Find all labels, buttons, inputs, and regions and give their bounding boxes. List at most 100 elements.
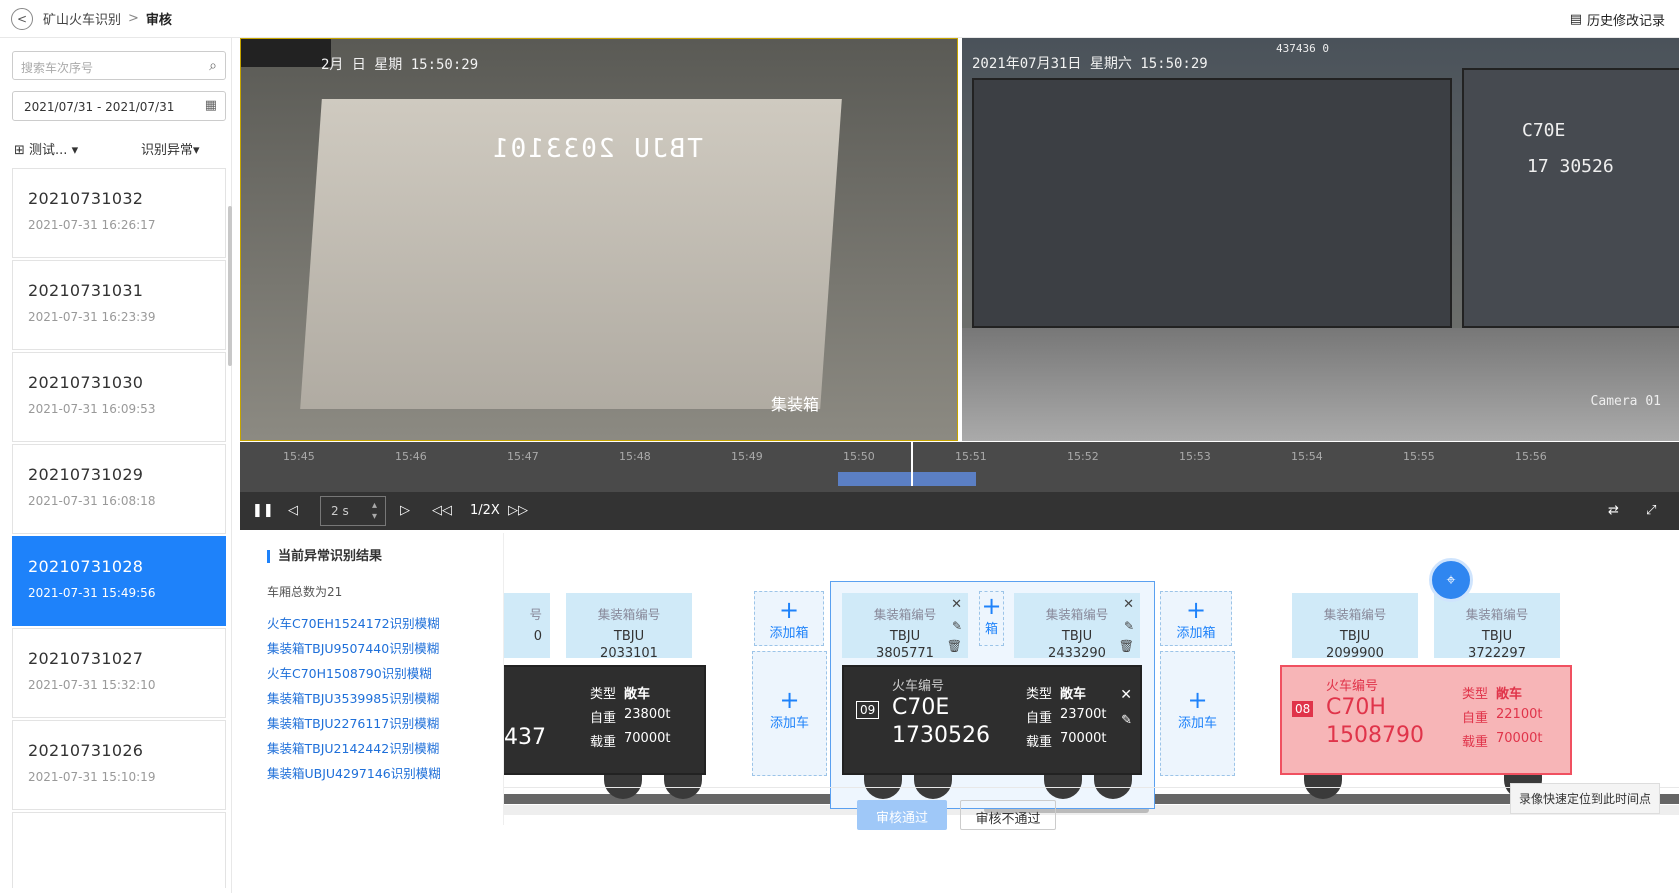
step-forward-icon[interactable]: ▷	[400, 503, 410, 518]
timeline-tick: 15:45	[283, 450, 315, 463]
speed-up-icon[interactable]: ▷▷	[508, 503, 528, 518]
container-box[interactable]: 集装箱编号 TBJU 3722297	[1434, 593, 1560, 661]
car-model: C70E	[892, 695, 950, 720]
box-prefix: TBJU	[1339, 629, 1371, 644]
list-item[interactable]: 20210731029 2021-07-31 16:08:18	[12, 444, 226, 534]
adjust-icon[interactable]: ⇄	[1608, 503, 1619, 518]
date-range-picker[interactable]: 2021/07/31 - 2021/07/31 ▦	[12, 91, 226, 121]
abnormal-link[interactable]: 集装箱TBJU2142442识别模糊	[267, 738, 439, 757]
filter-status-label: 识别异常	[141, 143, 194, 158]
back-icon[interactable]: <	[11, 7, 33, 30]
abnormal-link[interactable]: 火车C70H1508790识别模糊	[267, 663, 432, 682]
close-icon[interactable]: ✕	[1123, 597, 1134, 612]
close-icon[interactable]: ✕	[1120, 687, 1132, 703]
timeline-tick: 15:54	[1291, 450, 1323, 463]
container-box[interactable]: 集装箱编号 TBJU 2033101	[566, 593, 692, 661]
container-box[interactable]: 集装箱编号 TBJU 2433290 ✕ ✎ 🗑	[1014, 593, 1140, 661]
breadcrumb-separator: >	[128, 11, 139, 26]
add-box-button[interactable]: + 添加箱	[1160, 591, 1232, 646]
video-top-camera[interactable]: TBJU 2033101 2月 日 星期 15:50:29 集装箱	[240, 38, 958, 441]
review-panel: 当前异常识别结果 车厢总数为21 火车C70EH1524172识别模糊 集装箱T…	[240, 533, 1679, 825]
self-weight-label: 自重	[590, 711, 617, 726]
plus-icon: +	[1187, 686, 1208, 714]
stepper-arrows-icon[interactable]: ▴ ▾	[372, 500, 377, 522]
date-end: 2021/07/31	[105, 100, 175, 114]
self-weight-label: 自重	[1026, 711, 1053, 726]
self-weight-value: 23700t	[1060, 707, 1107, 722]
breadcrumb-parent[interactable]: 矿山火车识别	[43, 9, 121, 28]
abnormal-link[interactable]: 集装箱UBJU4297146识别模糊	[267, 763, 441, 782]
edit-icon[interactable]: ✎	[1124, 619, 1134, 633]
add-box-mini-button[interactable]: + 箱	[979, 591, 1004, 646]
add-box-button[interactable]: + 添加箱	[754, 591, 824, 646]
search-icon[interactable]: ⌕	[209, 58, 217, 74]
slow-down-icon[interactable]: ◁◁	[432, 503, 452, 518]
wagon-serial-text: 17 30526	[1527, 156, 1614, 177]
abnormal-link[interactable]: 集装箱TBJU2276117识别模糊	[267, 713, 439, 732]
step-back-icon[interactable]: ◁	[288, 503, 298, 518]
abnormal-link[interactable]: 集装箱TBJU9507440识别模糊	[267, 638, 439, 657]
timeline-playhead[interactable]	[911, 442, 913, 486]
sidebar-scrollbar[interactable]	[228, 206, 232, 366]
wagon-image-2	[1462, 68, 1679, 328]
list-item[interactable]: 20210731032 2021-07-31 16:26:17	[12, 168, 226, 258]
reject-button[interactable]: 审核不通过	[960, 800, 1056, 830]
box-number: 3722297	[1468, 646, 1526, 661]
date-separator: -	[97, 100, 102, 114]
wagon-model-text: C70E	[1522, 120, 1566, 141]
step-interval-stepper[interactable]: 2 s ▴ ▾	[320, 496, 386, 526]
approve-button[interactable]: 审核通过	[857, 800, 947, 830]
add-car-button[interactable]: + 添加车	[1160, 651, 1235, 776]
train-car-error[interactable]: 火车编号 08 C70H 1508790 类型 敞车 自重 22100t 载重 700…	[1280, 665, 1572, 775]
filter-dropdown-site[interactable]: ⊞ 测试... ▾	[14, 139, 78, 158]
edit-icon[interactable]: ✎	[1121, 713, 1132, 728]
delete-icon[interactable]: 🗑	[1119, 639, 1134, 653]
type-value: 敞车	[1060, 687, 1087, 702]
list-item[interactable]: 20210731027 2021-07-31 15:32:10	[12, 628, 226, 718]
container-box[interactable]: 集装箱编号 TBJU 2099900	[1292, 593, 1418, 661]
timeline-tick: 15:56	[1515, 450, 1547, 463]
item-id: 20210731028	[28, 557, 144, 576]
abnormal-link[interactable]: 集装箱TBJU3539985识别模糊	[267, 688, 439, 707]
self-weight-value: 23800t	[624, 707, 671, 722]
history-button[interactable]: ▤ 历史修改记录	[1570, 10, 1665, 29]
train-car[interactable]: 火车编号 09 C70E 1730526 类型 敞车 自重 23700t 载重 700…	[842, 665, 1142, 775]
timeline[interactable]: 15:45 15:46 15:47 15:48 15:49 15:50 15:5…	[240, 442, 1679, 492]
close-icon[interactable]: ✕	[951, 597, 962, 612]
train-car[interactable]: 类型 敞车 自重 23800t 载重 70000t 437	[504, 665, 706, 775]
box-header: 集装箱编号	[1323, 607, 1387, 622]
locate-time-icon[interactable]: ⌖	[1429, 558, 1473, 602]
search-input[interactable]: 搜索车次序号 ⌕	[12, 51, 226, 80]
list-item[interactable]	[12, 812, 226, 888]
abnormal-link[interactable]: 火车C70EH1524172识别模糊	[267, 613, 440, 632]
container-box[interactable]: 集装箱编号 TBJU 3805771 ✕ ✎ 🗑	[842, 593, 968, 661]
add-car-button[interactable]: + 添加车	[752, 651, 827, 776]
car-header: 火车编号	[1326, 679, 1379, 694]
player-controls: ❚❚ ◁ 2 s ▴ ▾ ▷ ◁◁ 1/2X ▷▷ ⇄ ⤢	[240, 492, 1679, 530]
delete-icon[interactable]: 🗑	[947, 639, 962, 653]
type-label: 类型	[1026, 687, 1053, 702]
list-item[interactable]: 20210731026 2021-07-31 15:10:19	[12, 720, 226, 810]
timeline-selection[interactable]	[838, 472, 976, 486]
plus-icon: +	[981, 592, 1002, 620]
list-item[interactable]: 20210731030 2021-07-31 16:09:53	[12, 352, 226, 442]
list-item-selected[interactable]: 20210731028 2021-07-31 15:49:56	[12, 536, 226, 626]
edit-icon[interactable]: ✎	[952, 619, 962, 633]
playback-speed[interactable]: 1/2X	[470, 503, 500, 518]
box-number: 2099900	[1326, 646, 1384, 661]
type-label: 类型	[1462, 687, 1489, 702]
list-item[interactable]: 20210731031 2021-07-31 16:23:39	[12, 260, 226, 350]
container-box[interactable]: 号0	[504, 593, 550, 658]
box-header: 集装箱编号	[1045, 607, 1109, 622]
pause-icon[interactable]: ❚❚	[252, 503, 274, 518]
box-number: 0	[533, 629, 542, 644]
fullscreen-icon[interactable]: ⤢	[1646, 503, 1656, 518]
video-side-camera[interactable]: 437436 0 C70E 17 30526 2021年07月31日 星期六 1…	[962, 38, 1679, 441]
car-number: 437	[504, 725, 546, 750]
timeline-tick: 15:53	[1179, 450, 1211, 463]
calendar-icon: ▦	[204, 98, 217, 113]
filter-dropdown-status[interactable]: 识别异常▾	[141, 139, 200, 158]
item-time: 2021-07-31 15:32:10	[28, 678, 156, 692]
item-id: 20210731030	[28, 373, 144, 392]
plus-icon: +	[1185, 596, 1207, 624]
